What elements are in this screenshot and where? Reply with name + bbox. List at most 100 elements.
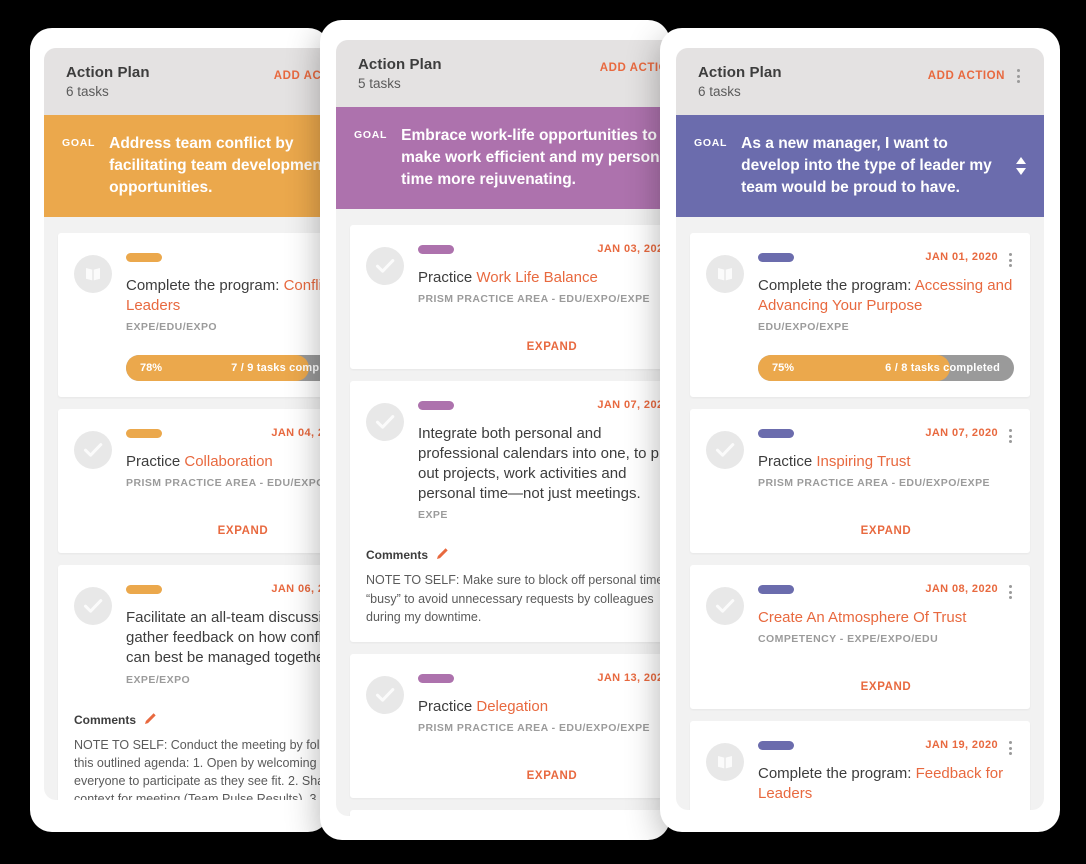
- header-text-group: Action Plan 5 tasks: [358, 56, 442, 91]
- task-meta: JAN 08, 2020: [925, 583, 1014, 601]
- action-plan-header: Action Plan 6 tasks ADD ACTION: [676, 48, 1044, 115]
- expand-button[interactable]: EXPAND: [418, 770, 670, 782]
- task-date: JAN 19, 2020: [925, 739, 998, 752]
- task-subtitle: EXPE/EXPO: [126, 673, 191, 686]
- goal-label: GOAL: [354, 129, 388, 141]
- header-kebab-menu-icon[interactable]: [1015, 67, 1022, 85]
- check-icon: [366, 247, 404, 285]
- panel-1-screen: Action Plan6 tasksADD ACTIONGOALAddress …: [44, 48, 330, 800]
- task-title-highlight: Inspiring Trust: [816, 453, 911, 471]
- task-subtitle: PRISM PRACTICE AREA - EDU/EXPO/EXPE: [126, 477, 330, 490]
- task-kebab-menu-icon[interactable]: [1007, 427, 1014, 445]
- task-card-top-row: JAN 08, 2020: [758, 583, 1014, 601]
- goal-banner[interactable]: GOAL As a new manager, I want to develop …: [676, 115, 1044, 217]
- task-card-body: JAN 08, 2020 Create An Atmosphere Of Trus…: [758, 583, 1014, 693]
- goal-banner[interactable]: GOAL Address team conflict by facilitatin…: [44, 115, 330, 217]
- task-card-top-row: JAN 01, 2020: [758, 251, 1014, 269]
- task-card[interactable]: JAN 13, 2020 Practice Delegation PRISM PRA…: [350, 653, 670, 798]
- task-kebab-menu-icon[interactable]: [1007, 739, 1014, 757]
- task-card[interactable]: Complete the program: Conflict for Leade…: [58, 233, 330, 398]
- task-title-prefix: Complete the program:: [758, 765, 916, 783]
- task-card[interactable]: JAN 01, 2020 Complete the program: Access…: [690, 233, 1030, 398]
- progress-percent: 78%: [140, 362, 163, 375]
- task-card-body: JAN 13, 2020 Practice Delegation PRISM PRA…: [418, 672, 670, 782]
- task-card[interactable]: JAN 04, 2020 Practice Collaboration PRISM …: [58, 409, 330, 554]
- panel-2-scroll[interactable]: Action Plan 5 tasks ADD ACTION GOAL Embrace …: [336, 40, 670, 816]
- task-count: 6 tasks: [698, 84, 741, 99]
- task-card-body: Complete the program: Conflict for Leade…: [126, 251, 330, 382]
- expand-button[interactable]: EXPAND: [126, 525, 330, 537]
- task-subtitle: EDU/EXPO/EXPE: [758, 321, 850, 334]
- expand-button[interactable]: EXPAND: [758, 525, 1014, 537]
- task-title-prefix: Practice: [126, 453, 185, 471]
- add-action-button[interactable]: ADD ACTION: [928, 70, 1005, 82]
- task-card-top-row: JAN 07, 2020: [418, 399, 670, 417]
- comments-header: Comments: [74, 712, 330, 728]
- goal-banner[interactable]: GOAL Embrace work-life opportunities to m…: [336, 107, 670, 209]
- task-card[interactable]: JAN 08, 2020 Create An Atmosphere Of Trus…: [690, 565, 1030, 710]
- comments-header: Comments: [366, 547, 670, 563]
- comments-text: NOTE TO SELF: Make sure to block off per…: [366, 573, 670, 624]
- page-title: Action Plan: [698, 64, 782, 81]
- expand-button[interactable]: EXPAND: [418, 341, 670, 353]
- panel-3-screen: Action Plan 6 tasks ADD ACTION GOAL As a new…: [676, 48, 1044, 810]
- arrow-up-icon[interactable]: [1016, 157, 1026, 164]
- check-icon: [706, 431, 744, 470]
- header-text-group: Action Plan 6 tasks: [698, 64, 782, 99]
- category-pill: [126, 585, 162, 595]
- page-title: Action Plan: [66, 64, 150, 81]
- panel-1-scroll[interactable]: Action Plan6 tasksADD ACTIONGOALAddress …: [44, 48, 330, 800]
- task-kebab-menu-icon[interactable]: [1007, 583, 1014, 601]
- comments-label: Comments: [74, 712, 137, 727]
- progress-ratio: 7 / 9 tasks completed: [231, 362, 330, 375]
- kebab-dot: [1009, 741, 1012, 745]
- task-title: Create An Atmosphere Of Trust: [758, 608, 1014, 628]
- task-card[interactable]: JAN 20, 2020: [350, 809, 670, 816]
- kebab-dot: [1017, 80, 1020, 83]
- task-subtitle: COMPETENCY - EXPE/EXPO/EDU: [758, 633, 939, 646]
- kebab-dot: [1009, 585, 1012, 589]
- goal-text: As a new manager, I want to develop into…: [741, 135, 992, 196]
- check-icon: [74, 587, 112, 626]
- task-subtitle: EXPE/EDU/EXPO: [126, 321, 218, 334]
- arrow-down-icon[interactable]: [1016, 168, 1026, 175]
- task-card-top-row: JAN 13, 2020: [418, 672, 670, 690]
- task-card-list: Complete the program: Conflict for Leade…: [44, 233, 330, 800]
- task-card[interactable]: JAN 07, 2020 Integrate both personal and …: [350, 381, 670, 642]
- comments-section: Comments NOTE TO SELF: Conduct the meetin…: [74, 712, 330, 800]
- task-card[interactable]: JAN 03, 2020 Practice Work Life Balance PR…: [350, 225, 670, 370]
- book-icon: [74, 255, 112, 293]
- task-card[interactable]: JAN 07, 2020 Practice Inspiring Trust PRIS…: [690, 409, 1030, 554]
- pencil-icon[interactable]: [436, 547, 449, 563]
- task-card[interactable]: JAN 06, 2020 Facilitate an all-team discu…: [58, 565, 330, 800]
- category-pill: [758, 741, 794, 751]
- task-title-prefix: Complete the program:: [758, 277, 915, 294]
- task-kebab-menu-icon[interactable]: [1007, 251, 1014, 269]
- pencil-icon[interactable]: [144, 712, 157, 728]
- kebab-dot: [1009, 596, 1012, 600]
- task-subtitle: PRISM PRACTICE AREA - EDU/EXPO/EXPE: [418, 293, 651, 306]
- category-pill: [418, 401, 454, 411]
- kebab-dot: [1009, 434, 1012, 438]
- task-count: 5 tasks: [358, 76, 401, 91]
- task-title: Integrate both personal and professional…: [418, 424, 670, 504]
- task-title: Complete the program: Feedback for Leade…: [758, 764, 1014, 804]
- task-title: Complete the program: Conflict for Leade…: [126, 276, 330, 316]
- task-title-prefix: Practice: [758, 453, 817, 471]
- check-icon: [366, 675, 404, 714]
- kebab-dot: [1017, 69, 1020, 72]
- task-title: Practice Inspiring Trust: [758, 452, 1014, 472]
- kebab-dot: [1009, 746, 1012, 750]
- kebab-dot: [1017, 74, 1020, 78]
- task-card-top-row: JAN 07, 2020: [758, 427, 1014, 445]
- task-card-top-row: [126, 251, 330, 269]
- device-panel-1: Action Plan6 tasksADD ACTIONGOALAddress …: [30, 28, 330, 832]
- goal-label: GOAL: [694, 137, 728, 149]
- task-card[interactable]: JAN 19, 2020 Complete the program: Feedba…: [690, 721, 1030, 810]
- expand-button[interactable]: EXPAND: [758, 681, 1014, 693]
- progress-ratio: 6 / 8 tasks completed: [885, 362, 1000, 375]
- panel-3-scroll[interactable]: Action Plan 6 tasks ADD ACTION GOAL As a new…: [676, 48, 1044, 810]
- goal-reorder-arrows[interactable]: [1016, 157, 1026, 175]
- check-icon: [706, 587, 744, 626]
- category-pill: [126, 429, 162, 439]
